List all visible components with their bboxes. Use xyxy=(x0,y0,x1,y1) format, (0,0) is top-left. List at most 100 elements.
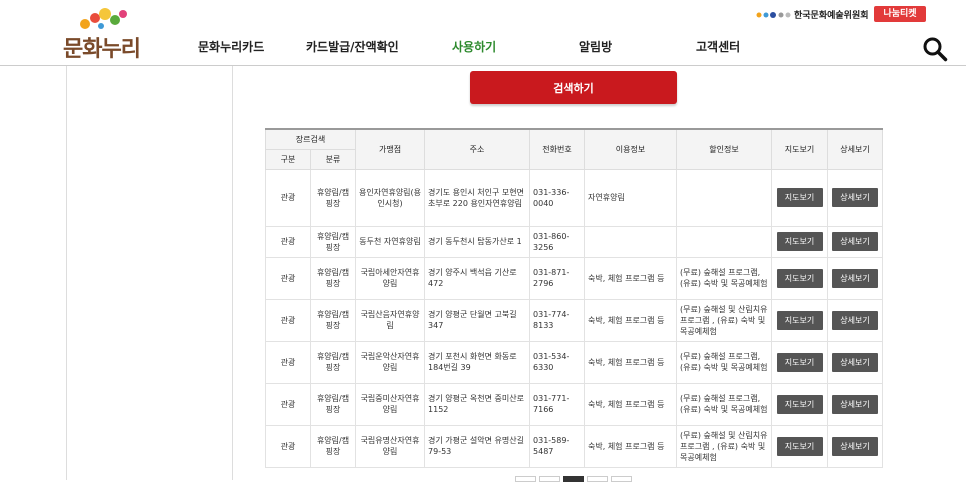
phone-cell: 031-589-5487 xyxy=(529,424,586,468)
store-cell: 국립산음자연휴양림 xyxy=(355,298,426,342)
discount-cell xyxy=(676,168,773,227)
nav-use[interactable]: 사용하기 xyxy=(452,38,496,55)
page-current[interactable] xyxy=(563,476,584,482)
map-cell: 지도보기 xyxy=(771,424,829,468)
address-cell: 경기 동두천시 탑동가산로 1 xyxy=(424,225,531,258)
map-button[interactable]: 지도보기 xyxy=(776,232,823,251)
side-divider xyxy=(66,66,67,480)
detail-button[interactable]: 상세보기 xyxy=(832,352,879,372)
page-last-button[interactable] xyxy=(611,476,632,482)
type-cell: 관광 xyxy=(265,340,311,384)
header-address: 주소 xyxy=(424,128,531,170)
store-cell: 용인자연휴양림(용인시청) xyxy=(355,168,426,227)
category-cell: 휴양림/캠핑장 xyxy=(309,340,357,384)
map-button[interactable]: 지도보기 xyxy=(776,352,823,372)
discount-cell xyxy=(676,225,773,258)
header-type: 구분 xyxy=(265,148,311,170)
detail-button[interactable]: 상세보기 xyxy=(832,394,879,414)
usage-cell: 숙박, 체험 프로그램 등 xyxy=(584,298,678,342)
page-prev-button[interactable] xyxy=(539,476,560,482)
phone-cell: 031-774-8133 xyxy=(529,298,586,342)
usage-cell xyxy=(584,225,678,258)
detail-cell: 상세보기 xyxy=(827,168,884,227)
category-cell: 휴양림/캠핑장 xyxy=(309,424,357,468)
type-cell: 관광 xyxy=(265,424,311,468)
logo-text: 문화누리 xyxy=(63,37,141,62)
detail-button[interactable]: 상세보기 xyxy=(832,436,879,456)
ticket-link[interactable]: 나눔티켓 xyxy=(874,6,926,22)
detail-button[interactable]: 상세보기 xyxy=(832,188,879,207)
category-cell: 휴양림/캠핑장 xyxy=(309,298,357,342)
phone-cell: 031-534-6330 xyxy=(529,340,586,384)
partner-name[interactable]: 한국문화예술위원회 xyxy=(794,8,869,21)
map-cell: 지도보기 xyxy=(771,168,829,227)
usage-cell: 자연휴양림 xyxy=(584,168,678,227)
map-cell: 지도보기 xyxy=(771,298,829,342)
store-cell: 국립운악산자연휴양림 xyxy=(355,340,426,384)
nav-notice[interactable]: 알림방 xyxy=(579,38,612,55)
usage-cell: 숙박, 체험 프로그램 등 xyxy=(584,340,678,384)
detail-cell: 상세보기 xyxy=(827,340,884,384)
site-logo[interactable]: 문화누리 xyxy=(63,6,149,62)
header-usage: 이용정보 xyxy=(584,128,678,170)
table-row: 관광 휴양림/캠핑장 국립유명산자연휴양림 경기 가평군 설악면 유명산길 79-53… xyxy=(265,424,884,468)
map-cell: 지도보기 xyxy=(771,256,829,300)
store-cell: 국립유명산자연휴양림 xyxy=(355,424,426,468)
detail-button[interactable]: 상세보기 xyxy=(832,232,879,251)
header-store: 가맹점 xyxy=(355,128,426,170)
detail-button[interactable]: 상세보기 xyxy=(832,268,879,288)
type-cell: 관광 xyxy=(265,382,311,426)
store-table: 장르검색 가맹점 주소 전화번호 이용정보 할인정보 지도보기 상세보기 구분 … xyxy=(264,128,884,468)
map-button[interactable]: 지도보기 xyxy=(776,394,823,414)
category-cell: 휴양림/캠핑장 xyxy=(309,382,357,426)
discount-cell: (무료) 숲해설 프로그램, (유료) 숙박 및 목공예체험 xyxy=(676,256,773,300)
table-row: 관광 휴양림/캠핑장 용인자연휴양림(용인시청) 경기도 용인시 처인구 모현면 초부… xyxy=(265,168,884,227)
discount-cell: (무료) 숲해설 프로그램, (유료) 숙박 및 목공예체험 xyxy=(676,340,773,384)
store-cell: 국립중미산자연휴양림 xyxy=(355,382,426,426)
detail-cell: 상세보기 xyxy=(827,256,884,300)
usage-cell: 숙박, 체험 프로그램 등 xyxy=(584,256,678,300)
category-cell: 휴양림/캠핑장 xyxy=(309,168,357,227)
header-detail: 상세보기 xyxy=(827,128,884,170)
table-row: 관광 휴양림/캠핑장 국립아세안자연휴양림 경기 양주시 백석읍 기산로 472 031… xyxy=(265,256,884,300)
category-cell: 휴양림/캠핑장 xyxy=(309,225,357,258)
header-discount: 할인정보 xyxy=(676,128,773,170)
discount-cell: (무료) 숲해설 및 산림치유프로그램 , (유료) 숙박 및 목공예체험 xyxy=(676,424,773,468)
detail-cell: 상세보기 xyxy=(827,382,884,426)
type-cell: 관광 xyxy=(265,298,311,342)
table-row: 관광 휴양림/캠핑장 국립산음자연휴양림 경기 양평군 단월면 고북길 347 031-… xyxy=(265,298,884,342)
phone-cell: 031-860-3256 xyxy=(529,225,586,258)
address-cell: 경기도 용인시 처인구 모현면 초부로 220 용인자연휴양림 xyxy=(424,168,531,227)
header-map: 지도보기 xyxy=(771,128,829,170)
address-cell: 경기 양주시 백석읍 기산로 472 xyxy=(424,256,531,300)
nav-card[interactable]: 문화누리카드 xyxy=(198,38,264,55)
search-icon[interactable] xyxy=(922,36,948,62)
map-button[interactable]: 지도보기 xyxy=(776,310,823,330)
table-row: 관광 휴양림/캠핑장 국립운악산자연휴양림 경기 포천시 화현면 화동로 184번길 … xyxy=(265,340,884,384)
detail-button[interactable]: 상세보기 xyxy=(832,310,879,330)
map-button[interactable]: 지도보기 xyxy=(776,268,823,288)
map-cell: 지도보기 xyxy=(771,225,829,258)
map-button[interactable]: 지도보기 xyxy=(776,436,823,456)
map-cell: 지도보기 xyxy=(771,340,829,384)
site-header: 문화누리 문화누리카드 카드발급/잔액확인 사용하기 알림방 고객센터 한국문화… xyxy=(0,0,966,66)
header-category: 분류 xyxy=(309,148,357,170)
discount-cell: (무료) 숲해설 및 산림치유프로그램 , (유료) 숙박 및 목공예체험 xyxy=(676,298,773,342)
store-cell: 국립아세안자연휴양림 xyxy=(355,256,426,300)
search-button[interactable]: 검색하기 xyxy=(470,71,677,104)
nav-issue-balance[interactable]: 카드발급/잔액확인 xyxy=(306,38,399,55)
nav-support[interactable]: 고객센터 xyxy=(696,38,740,55)
discount-cell: (무료) 숲해설 프로그램, (유료) 숙박 및 목공예체험 xyxy=(676,382,773,426)
store-cell: 동두천 자연휴양림 xyxy=(355,225,426,258)
map-button[interactable]: 지도보기 xyxy=(776,188,823,207)
page-first-button[interactable] xyxy=(515,476,536,482)
arko-logo-icon xyxy=(756,12,791,18)
type-cell: 관광 xyxy=(265,168,311,227)
type-cell: 관광 xyxy=(265,225,311,258)
detail-cell: 상세보기 xyxy=(827,298,884,342)
phone-cell: 031-336-0040 xyxy=(529,168,586,227)
address-cell: 경기 가평군 설악면 유명산길 79-53 xyxy=(424,424,531,468)
page-next-button[interactable] xyxy=(587,476,608,482)
header-genre: 장르검색 xyxy=(264,128,357,150)
table-row: 관광 휴양림/캠핑장 국립중미산자연휴양림 경기 양평군 옥천면 중미산로 1152 0… xyxy=(265,382,884,426)
